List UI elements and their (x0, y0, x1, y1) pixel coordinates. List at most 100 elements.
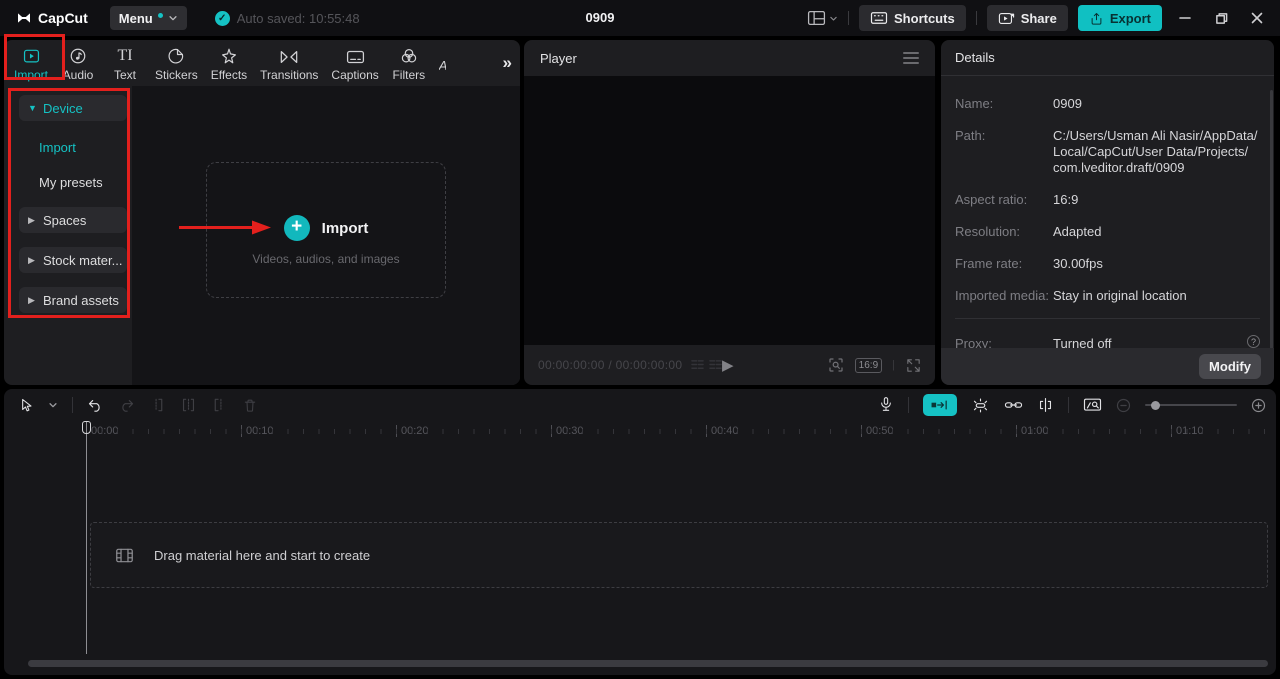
split-left-button[interactable] (149, 397, 166, 413)
timeline-horizontal-scrollbar[interactable] (28, 660, 1268, 667)
filters-tab-icon (400, 45, 418, 65)
shortcuts-button[interactable]: Shortcuts (859, 5, 966, 31)
details-panel-title: Details (941, 40, 1274, 76)
zoom-slider-handle[interactable] (1151, 401, 1160, 410)
split-right-button[interactable] (211, 397, 228, 413)
tab-stickers[interactable]: Stickers (155, 45, 198, 82)
close-button[interactable] (1244, 5, 1270, 31)
main-track-magnet-button[interactable] (971, 397, 990, 414)
player-preview-area (524, 76, 935, 345)
share-label: Share (1021, 11, 1057, 26)
play-button[interactable]: ▶ (722, 345, 734, 385)
snapshot-focus-icon[interactable] (827, 356, 845, 374)
tab-label: Captions (331, 68, 378, 82)
tab-filters[interactable]: Filters (392, 45, 426, 82)
chevron-down-icon (48, 400, 58, 410)
titlebar-divider (976, 11, 977, 25)
tab-partial[interactable]: A (439, 58, 446, 86)
transitions-tab-icon (279, 45, 299, 65)
autosave-check-icon: ✓ (215, 11, 230, 26)
tab-effects[interactable]: Effects (211, 45, 247, 82)
import-dropzone-subtitle: Videos, audios, and images (252, 252, 399, 266)
minimize-button[interactable] (1172, 5, 1198, 31)
detail-row-imported-media: Imported media: Stay in original locatio… (955, 288, 1260, 304)
detail-value: 16:9 (1053, 192, 1260, 208)
more-tabs-chevron-icon[interactable]: » (503, 53, 512, 73)
delete-button[interactable] (242, 397, 258, 414)
tab-label: Audio (63, 68, 94, 82)
player-panel: Player 00:00:00:00 / 00:00:00:00 ▶ 16:9 … (524, 40, 935, 385)
restore-button[interactable] (1208, 5, 1234, 31)
tab-label: Text (114, 68, 136, 82)
select-tool-button[interactable] (18, 397, 34, 414)
aspect-ratio-button[interactable]: 16:9 (855, 358, 882, 373)
timeline-ruler[interactable]: 00:00 00:10 00:20 00:30 00:40 00:50 01:0… (4, 421, 1276, 441)
redo-button[interactable] (118, 398, 135, 413)
playhead-handle[interactable] (82, 421, 91, 434)
timeline-track-dropzone[interactable]: Drag material here and start to create (90, 522, 1268, 588)
fullscreen-icon[interactable] (905, 357, 922, 374)
audio-tab-icon (69, 45, 87, 65)
split-left-icon (149, 397, 166, 413)
close-icon (1251, 12, 1263, 24)
tab-label: Filters (392, 68, 425, 82)
tab-text[interactable]: TI Text (108, 45, 142, 82)
zoom-out-icon (1116, 398, 1131, 413)
mirror-split-button[interactable] (1037, 397, 1054, 413)
zoom-out-button[interactable] (1116, 398, 1131, 413)
toolbar-divider (1068, 397, 1069, 413)
layout-toggle-button[interactable] (807, 10, 838, 26)
export-button[interactable]: Export (1078, 5, 1162, 31)
details-panel: Details Name: 0909 Path: C:/Users/Usman … (941, 40, 1274, 385)
player-controls: 00:00:00:00 / 00:00:00:00 ▶ 16:9 | (524, 345, 935, 385)
trash-icon (242, 397, 258, 414)
timeline-panel: 00:00 00:10 00:20 00:30 00:40 00:50 01:0… (4, 389, 1276, 675)
player-panel-title: Player (540, 51, 577, 66)
menu-notification-dot (158, 13, 163, 18)
record-voiceover-button[interactable] (878, 396, 894, 414)
details-divider (955, 318, 1260, 319)
capcut-app-window: { "titlebar": { "logo_text": "CapCut", "… (0, 0, 1280, 679)
detail-row-resolution: Resolution: Adapted (955, 224, 1260, 240)
split-button[interactable] (180, 397, 197, 413)
detail-row-path: Path: C:/Users/Usman Ali Nasir/AppData/ … (955, 128, 1260, 176)
share-button[interactable]: Share (987, 5, 1068, 31)
menu-label: Menu (119, 11, 153, 26)
auto-snap-button[interactable] (923, 394, 957, 416)
restore-icon (1215, 12, 1228, 25)
share-icon (998, 11, 1015, 26)
undo-button[interactable] (87, 398, 104, 413)
details-scrollbar[interactable] (1270, 90, 1273, 370)
preview-axis-button[interactable] (1083, 397, 1102, 413)
toolbar-divider (908, 397, 909, 413)
toolbar-divider (72, 397, 73, 413)
snap-icon (930, 398, 950, 412)
player-menu-icon[interactable] (903, 52, 919, 64)
player-header: Player (524, 40, 935, 76)
detail-value: Stay in original location (1053, 288, 1260, 304)
help-icon[interactable]: ? (1247, 335, 1260, 348)
modify-button[interactable]: Modify (1199, 354, 1261, 379)
detail-row-name: Name: 0909 (955, 96, 1260, 112)
tab-audio[interactable]: Audio (61, 45, 95, 82)
titlebar-divider (848, 11, 849, 25)
keyboard-icon (870, 11, 888, 25)
tab-label: Stickers (155, 68, 198, 82)
menu-button[interactable]: Menu (110, 6, 187, 30)
chevron-down-icon (829, 14, 838, 23)
player-controls-divider: | (892, 359, 895, 371)
import-dropzone-title: Import (322, 220, 369, 237)
detail-value: C:/Users/Usman Ali Nasir/AppData/ Local/… (1053, 128, 1260, 176)
zoom-in-button[interactable] (1251, 398, 1266, 413)
detail-row-frame-rate: Frame rate: 30.00fps (955, 256, 1260, 272)
modify-bar: Modify (941, 348, 1274, 385)
tool-dropdown-button[interactable] (48, 400, 58, 410)
import-dropzone-button[interactable]: + Import (284, 215, 369, 241)
timeline-zoom-slider[interactable] (1145, 399, 1237, 411)
split-right-icon (211, 397, 228, 413)
playhead-line[interactable] (86, 421, 87, 654)
tab-captions[interactable]: Captions (331, 45, 378, 82)
chevron-down-icon (168, 13, 178, 23)
link-button[interactable] (1004, 398, 1023, 412)
tab-transitions[interactable]: Transitions (260, 45, 318, 82)
